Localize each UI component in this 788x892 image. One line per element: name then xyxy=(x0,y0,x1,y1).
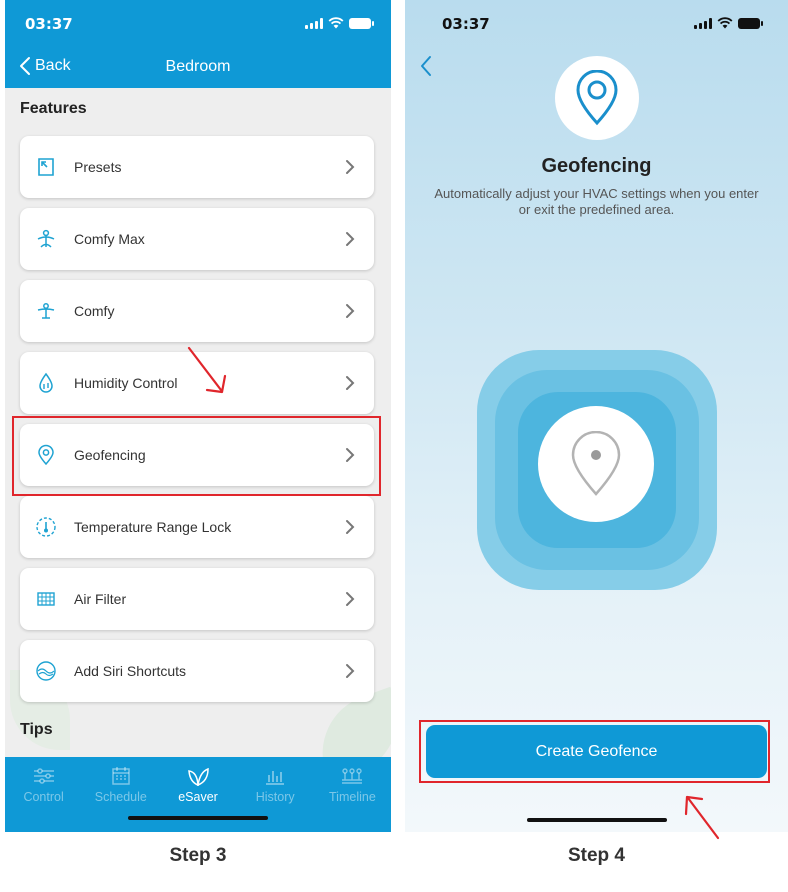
chevron-right-icon xyxy=(338,591,362,607)
siri-icon xyxy=(34,659,58,683)
presets-icon xyxy=(34,155,58,179)
wifi-icon xyxy=(328,17,344,29)
highlight-box xyxy=(419,720,770,783)
feature-label: Presets xyxy=(74,159,122,175)
tab-label: History xyxy=(255,790,295,804)
tab-label: Schedule xyxy=(94,790,147,804)
location-pin-icon xyxy=(576,70,618,126)
chevron-right-icon xyxy=(338,663,362,679)
page-title: Bedroom xyxy=(165,58,231,75)
battery-icon xyxy=(738,17,763,29)
thermometer-lock-icon xyxy=(34,515,58,539)
back-button[interactable] xyxy=(419,55,433,82)
feature-item-temperature-range-lock[interactable]: Temperature Range Lock xyxy=(20,496,374,558)
signal-icon xyxy=(694,17,712,29)
tab-history[interactable]: History xyxy=(237,757,314,832)
feature-label: Air Filter xyxy=(74,591,127,607)
feature-label: Temperature Range Lock xyxy=(74,519,232,535)
chevron-right-icon xyxy=(338,375,362,391)
chevron-right-icon xyxy=(338,231,362,247)
location-badge xyxy=(555,56,639,140)
tab-timeline[interactable]: Timeline xyxy=(314,757,391,832)
tab-label: Control xyxy=(23,790,64,804)
highlight-box xyxy=(12,416,381,496)
feature-item-air-filter[interactable]: Air Filter xyxy=(20,568,374,630)
phone-screen-step4: 03:37 Geofencing Automatically adjust yo… xyxy=(405,0,788,832)
chevron-left-icon xyxy=(421,56,431,76)
humidity-icon xyxy=(34,371,58,395)
step3-caption: Step 3 xyxy=(169,845,227,866)
chevron-right-icon xyxy=(338,159,362,175)
top-bar: 03:37 Back Bedroom xyxy=(5,0,391,88)
status-icons xyxy=(694,17,763,29)
home-indicator xyxy=(527,818,667,822)
status-time: 03:37 xyxy=(25,15,73,33)
tab-label: Timeline xyxy=(329,790,376,804)
features-heading: Features xyxy=(20,100,87,117)
calendar-icon xyxy=(111,765,131,787)
tab-schedule[interactable]: Schedule xyxy=(82,757,159,832)
feature-label: Comfy xyxy=(74,303,115,319)
feature-item-siri-shortcuts[interactable]: Add Siri Shortcuts xyxy=(20,640,374,702)
air-filter-icon xyxy=(34,587,58,611)
status-icons xyxy=(305,17,374,29)
signal-icon xyxy=(305,17,323,29)
page-title: Geofencing xyxy=(541,155,652,177)
tab-control[interactable]: Control xyxy=(5,757,82,832)
tab-bar: Control Schedule eSaver History Timeline xyxy=(5,757,391,832)
red-arrow-icon xyxy=(684,795,720,840)
tab-esaver[interactable]: eSaver xyxy=(159,757,236,832)
wifi-icon xyxy=(717,17,733,29)
map-marker-badge xyxy=(538,406,654,522)
tab-label: eSaver xyxy=(178,790,218,804)
step4-caption: Step 4 xyxy=(567,845,626,866)
status-time: 03:37 xyxy=(442,15,490,33)
chevron-right-icon xyxy=(338,303,362,319)
red-arrow-icon xyxy=(187,346,227,394)
tips-heading: Tips xyxy=(20,721,53,738)
battery-icon xyxy=(349,17,374,29)
bar-chart-icon xyxy=(264,765,286,787)
timeline-icon xyxy=(340,765,364,787)
feature-item-comfy-max[interactable]: Comfy Max xyxy=(20,208,374,270)
map-marker-icon xyxy=(571,431,621,496)
sliders-icon xyxy=(32,765,56,787)
tutorial-composite: 03:37 Back Bedroom Features Presets Comf… xyxy=(0,0,788,892)
feature-label: Comfy Max xyxy=(74,231,145,247)
page-description: Automatically adjust your HVAC settings … xyxy=(434,186,759,217)
comfy-icon xyxy=(34,299,58,323)
chevron-right-icon xyxy=(338,519,362,535)
leaf-icon xyxy=(186,765,210,787)
feature-item-comfy[interactable]: Comfy xyxy=(20,280,374,342)
feature-item-presets[interactable]: Presets xyxy=(20,136,374,198)
home-indicator xyxy=(128,816,268,820)
feature-label: Add Siri Shortcuts xyxy=(74,663,187,679)
comfy-max-icon xyxy=(34,227,58,251)
